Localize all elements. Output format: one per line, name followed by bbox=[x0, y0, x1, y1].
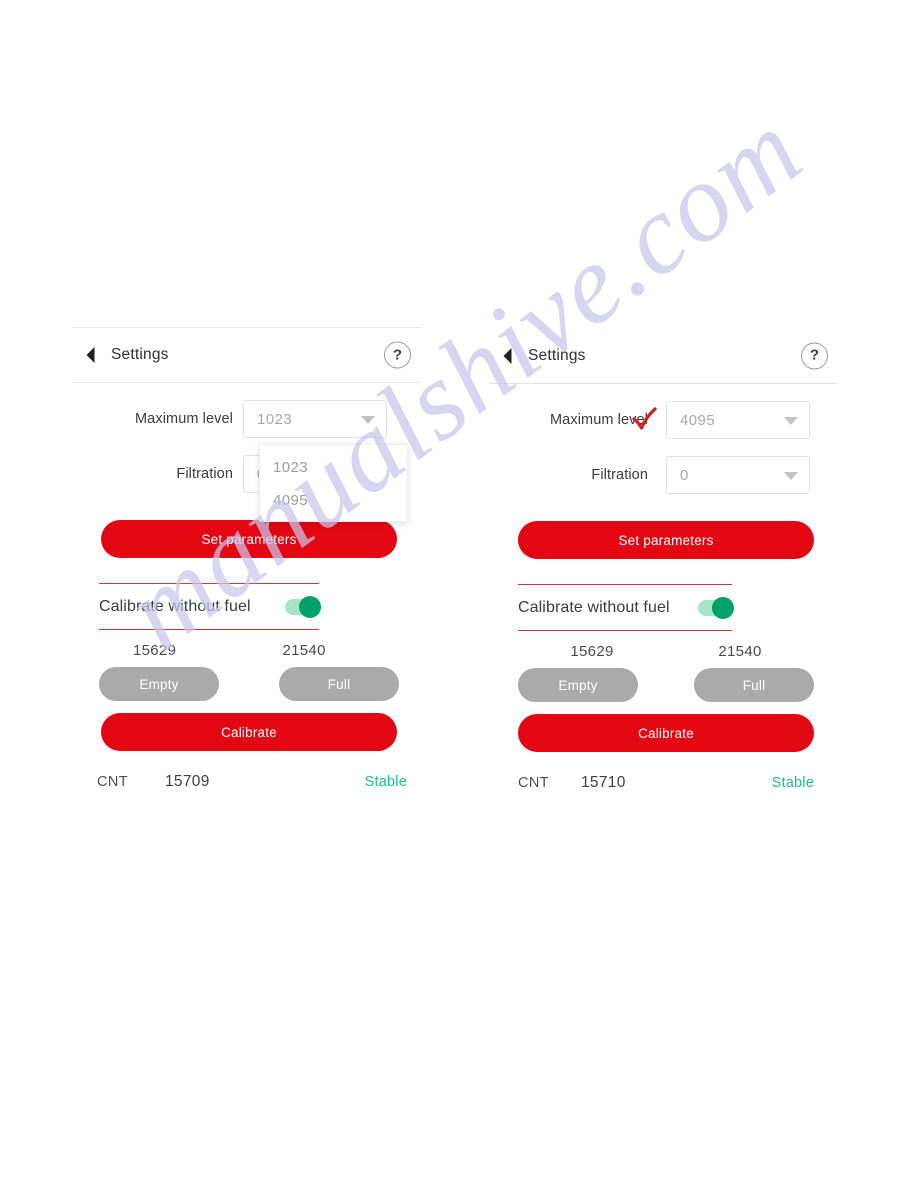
chevron-down-icon bbox=[361, 416, 375, 424]
dropdown-option-4095[interactable]: 4095 bbox=[260, 484, 407, 517]
full-button[interactable]: Full bbox=[694, 668, 814, 702]
calibrate-without-fuel-label: Calibrate without fuel bbox=[99, 597, 251, 615]
settings-screen-left: Settings ? Maximum level 1023 Filtration… bbox=[73, 327, 421, 791]
set-parameters-button[interactable]: Set parameters bbox=[101, 520, 397, 558]
settings-form-right: Maximum level 4095 Filtration 0 bbox=[490, 384, 838, 497]
maximum-level-select[interactable]: 4095 bbox=[666, 401, 810, 439]
maximum-level-dropdown-menu[interactable]: 1023 4095 bbox=[259, 444, 408, 522]
toggle-knob bbox=[299, 595, 321, 618]
back-triangle-icon[interactable] bbox=[503, 347, 512, 364]
settings-form-left: Maximum level 1023 Filtration 0 1023 409… bbox=[73, 383, 421, 522]
empty-button[interactable]: Empty bbox=[99, 667, 219, 701]
cnt-value: 15710 bbox=[581, 774, 626, 791]
divider-bottom bbox=[518, 630, 732, 631]
field-label-filtration: Filtration bbox=[176, 466, 233, 482]
back-triangle-icon[interactable] bbox=[86, 347, 95, 363]
field-row-filtration: Filtration 0 bbox=[490, 453, 838, 497]
red-checkmark-annotation-icon bbox=[630, 405, 660, 435]
toggle-knob bbox=[712, 596, 734, 619]
empty-counter-value: 15629 bbox=[133, 642, 177, 659]
calibrate-without-fuel-row[interactable]: Calibrate without fuel bbox=[99, 584, 321, 629]
set-parameters-button[interactable]: Set parameters bbox=[518, 521, 814, 559]
help-glyph: ? bbox=[809, 346, 820, 364]
page-title: Settings bbox=[528, 346, 586, 364]
question-mark-icon[interactable]: ? bbox=[384, 341, 411, 369]
chevron-down-icon bbox=[784, 472, 798, 480]
status-badge: Stable bbox=[771, 775, 814, 791]
help-glyph: ? bbox=[392, 346, 403, 363]
calibrate-toggle-section-left: Calibrate without fuel bbox=[99, 583, 321, 630]
calibrate-button[interactable]: Calibrate bbox=[518, 714, 814, 752]
counter-values-row-right: 15629 21540 bbox=[518, 643, 814, 660]
field-label-filtration: Filtration bbox=[591, 467, 648, 483]
dropdown-option-1023[interactable]: 1023 bbox=[260, 451, 407, 484]
page-title: Settings bbox=[111, 346, 169, 363]
field-row-maximum-level: Maximum level 4095 bbox=[490, 398, 838, 442]
maximum-level-select[interactable]: 1023 bbox=[243, 400, 387, 438]
full-button[interactable]: Full bbox=[279, 667, 399, 701]
status-row-right: CNT 15710 Stable bbox=[518, 774, 814, 792]
maximum-level-value: 4095 bbox=[680, 411, 715, 429]
cnt-label: CNT bbox=[97, 774, 129, 790]
status-row-left: CNT 15709 Stable bbox=[97, 773, 407, 791]
full-counter-value: 21540 bbox=[282, 642, 326, 659]
calibrate-without-fuel-label: Calibrate without fuel bbox=[518, 598, 670, 616]
chevron-down-icon bbox=[784, 417, 798, 425]
filtration-select[interactable]: 0 bbox=[666, 456, 810, 494]
status-badge: Stable bbox=[364, 774, 407, 790]
maximum-level-value: 1023 bbox=[257, 410, 292, 428]
empty-button[interactable]: Empty bbox=[518, 668, 638, 702]
empty-full-buttons-row-left: Empty Full bbox=[99, 667, 399, 701]
app-header-right: Settings ? bbox=[490, 328, 838, 384]
calibrate-without-fuel-toggle[interactable] bbox=[285, 595, 321, 618]
calibrate-without-fuel-toggle[interactable] bbox=[698, 596, 734, 619]
calibrate-toggle-section-right: Calibrate without fuel bbox=[518, 584, 734, 631]
divider-bottom bbox=[99, 629, 319, 630]
app-header-left: Settings ? bbox=[73, 327, 421, 383]
counter-values-row-left: 15629 21540 bbox=[99, 642, 399, 659]
field-label-maximum-level: Maximum level bbox=[135, 411, 233, 427]
empty-counter-value: 15629 bbox=[570, 643, 614, 660]
question-mark-icon[interactable]: ? bbox=[801, 342, 828, 369]
empty-full-buttons-row-right: Empty Full bbox=[518, 668, 814, 702]
cnt-value: 15709 bbox=[165, 773, 210, 790]
settings-screen-right: Settings ? Maximum level 4095 Filtration… bbox=[490, 328, 838, 792]
filtration-value: 0 bbox=[680, 466, 689, 484]
cnt-label: CNT bbox=[518, 775, 550, 791]
full-counter-value: 21540 bbox=[718, 643, 762, 660]
field-row-maximum-level: Maximum level 1023 bbox=[73, 397, 421, 441]
calibrate-button[interactable]: Calibrate bbox=[101, 713, 397, 751]
calibrate-without-fuel-row[interactable]: Calibrate without fuel bbox=[518, 585, 734, 630]
